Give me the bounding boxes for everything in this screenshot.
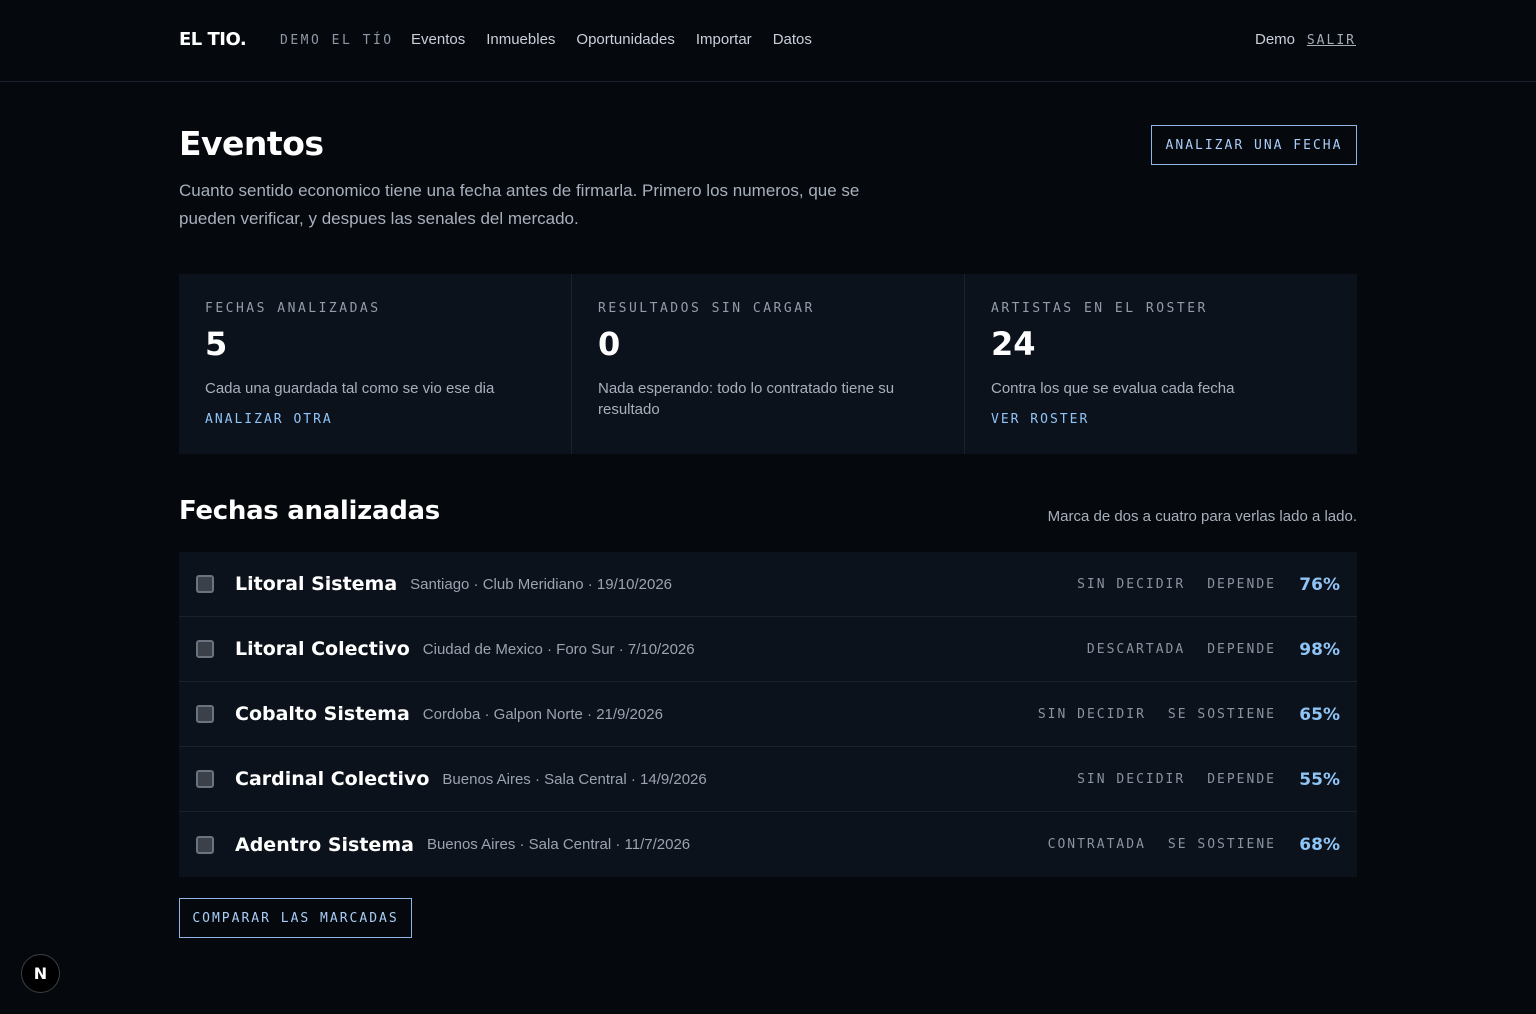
score-percent: 65% <box>1299 704 1340 725</box>
outlook-badge: SE SOSTIENE <box>1167 837 1276 852</box>
row-checkbox[interactable] <box>196 575 214 593</box>
section-hint: Marca de dos a cuatro para verlas lado a… <box>1047 508 1357 525</box>
nav-item-datos[interactable]: Datos <box>773 31 812 48</box>
row-checkbox[interactable] <box>196 705 214 723</box>
row-status: CONTRATADA SE SOSTIENE 68% <box>1048 812 1340 877</box>
logout-link[interactable]: SALIR <box>1307 33 1356 48</box>
stats-panel: FECHAS ANALIZADAS 5 Cada una guardada ta… <box>179 274 1357 454</box>
row-meta: Buenos Aires · Sala Central · 11/7/2026 <box>426 836 691 853</box>
stat-description: Contra los que se evalua cada fecha <box>991 380 1235 397</box>
stat-description: Cada una guardada tal como se vio ese di… <box>205 380 495 397</box>
score-percent: 68% <box>1299 834 1340 855</box>
org-name: DEMO EL TÍO <box>280 33 394 48</box>
stat-label: RESULTADOS SIN CARGAR <box>598 301 815 316</box>
nav-item-eventos[interactable]: Eventos <box>411 31 465 48</box>
row-status: SIN DECIDIR DEPENDE 76% <box>1077 552 1340 617</box>
list-item[interactable]: Cobalto Sistema Cordoba · Galpon Norte ·… <box>179 682 1357 747</box>
stat-analyzed-dates: FECHAS ANALIZADAS 5 Cada una guardada ta… <box>179 274 572 454</box>
nav-item-inmuebles[interactable]: Inmuebles <box>486 31 555 48</box>
stat-pending-results: RESULTADOS SIN CARGAR 0 Nada esperando: … <box>572 274 965 454</box>
row-checkbox[interactable] <box>196 770 214 788</box>
page-description: Cuanto sentido economico tiene una fecha… <box>179 181 860 228</box>
stat-label: FECHAS ANALIZADAS <box>205 301 381 316</box>
outlook-badge: DEPENDE <box>1207 642 1276 657</box>
list-item[interactable]: Cardinal Colectivo Buenos Aires · Sala C… <box>179 747 1357 812</box>
score-percent: 98% <box>1299 639 1340 660</box>
view-roster-link[interactable]: VER ROSTER <box>991 412 1089 427</box>
list-item[interactable]: Adentro Sistema Buenos Aires · Sala Cent… <box>179 812 1357 877</box>
stat-label: ARTISTAS EN EL ROSTER <box>991 301 1208 316</box>
row-status: SIN DECIDIR SE SOSTIENE 65% <box>1038 682 1340 747</box>
row-meta: Ciudad de Mexico · Foro Sur · 7/10/2026 <box>422 640 695 658</box>
top-bar: EL TIO. DEMO EL TÍO Eventos Inmuebles Op… <box>0 0 1536 82</box>
dev-tools-icon[interactable]: N <box>21 954 60 993</box>
row-status: SIN DECIDIR DEPENDE 55% <box>1077 747 1340 812</box>
row-title: Cardinal Colectivo <box>235 768 430 790</box>
stat-value: 5 <box>205 325 228 363</box>
list-item[interactable]: Litoral Sistema Santiago · Club Meridian… <box>179 552 1357 617</box>
list-item[interactable]: Litoral Colectivo Ciudad de Mexico · For… <box>179 617 1357 682</box>
row-meta: Santiago · Club Meridiano · 19/10/2026 <box>410 575 673 593</box>
score-percent: 76% <box>1299 574 1340 595</box>
outlook-badge: DEPENDE <box>1207 577 1276 592</box>
page-title: Eventos <box>179 124 324 163</box>
compare-marked-button[interactable]: COMPARAR LAS MARCADAS <box>179 898 412 938</box>
stat-value: 24 <box>991 325 1036 363</box>
dates-list: Litoral Sistema Santiago · Club Meridian… <box>179 552 1357 877</box>
outlook-badge: SE SOSTIENE <box>1167 707 1276 722</box>
stat-roster-artists: ARTISTAS EN EL ROSTER 24 Contra los que … <box>965 274 1357 454</box>
row-meta: Cordoba · Galpon Norte · 21/9/2026 <box>422 705 663 723</box>
row-title: Adentro Sistema <box>235 833 414 856</box>
outlook-badge: DEPENDE <box>1207 772 1276 787</box>
decision-badge: CONTRATADA <box>1047 837 1146 852</box>
row-checkbox[interactable] <box>196 835 214 854</box>
user-name: Demo <box>1254 31 1295 48</box>
row-title: Litoral Colectivo <box>235 638 410 660</box>
decision-badge: DESCARTADA <box>1086 642 1186 657</box>
brand-logo[interactable]: EL TIO. <box>179 29 247 50</box>
decision-badge: SIN DECIDIR <box>1037 707 1146 722</box>
row-title: Litoral Sistema <box>235 573 398 595</box>
main-nav: Eventos Inmuebles Oportunidades Importar… <box>411 31 812 48</box>
section-title: Fechas analizadas <box>179 496 440 526</box>
decision-badge: SIN DECIDIR <box>1077 577 1186 592</box>
row-checkbox[interactable] <box>196 640 214 658</box>
stat-description: Nada esperando: todo lo contratado tiene… <box>598 380 895 418</box>
analyze-date-button[interactable]: ANALIZAR UNA FECHA <box>1151 125 1357 165</box>
analyze-another-link[interactable]: ANALIZAR OTRA <box>205 412 333 427</box>
score-percent: 55% <box>1299 769 1340 790</box>
stat-value: 0 <box>598 325 621 363</box>
nav-item-importar[interactable]: Importar <box>696 31 752 48</box>
row-meta: Buenos Aires · Sala Central · 14/9/2026 <box>442 770 707 788</box>
decision-badge: SIN DECIDIR <box>1077 772 1186 787</box>
row-title: Cobalto Sistema <box>235 703 410 725</box>
row-status: DESCARTADA DEPENDE 98% <box>1087 617 1340 682</box>
nav-item-oportunidades[interactable]: Oportunidades <box>576 31 674 48</box>
